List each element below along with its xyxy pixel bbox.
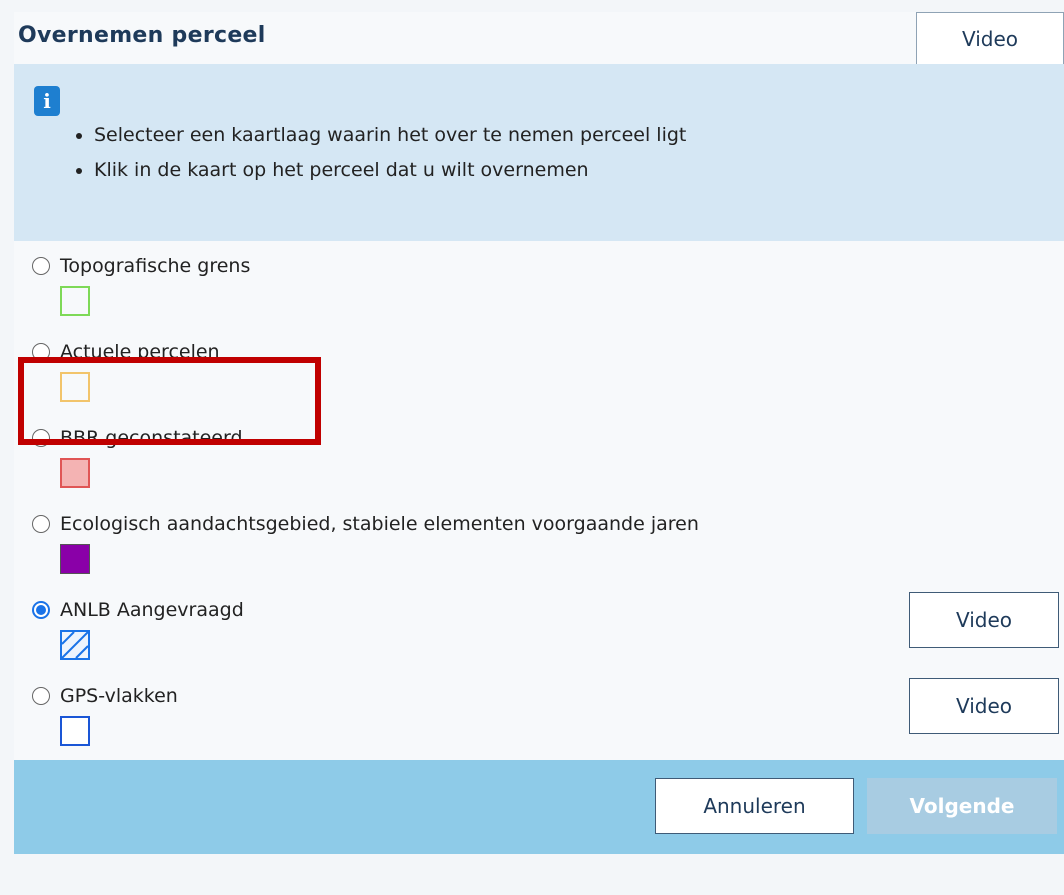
header-video-button[interactable]: Video: [916, 12, 1064, 64]
layer-option-anlb-aangevraagd[interactable]: ANLB Aangevraagd Video: [14, 585, 1064, 671]
layer-swatch-outline-orange: [60, 372, 90, 402]
layer-option-label: Actuele percelen: [60, 341, 220, 363]
layer-swatch-filled-pink: [60, 458, 90, 488]
instruction-item: Klik in de kaart op het perceel dat u wi…: [94, 153, 686, 188]
instruction-item: Selecteer een kaartlaag waarin het over …: [94, 118, 686, 153]
anlb-video-button[interactable]: Video: [909, 592, 1059, 648]
radio-button[interactable]: [32, 687, 50, 705]
layer-swatch-outline-green: [60, 286, 90, 316]
layer-option-label: GPS-vlakken: [60, 685, 178, 707]
info-box: i Selecteer een kaartlaag waarin het ove…: [14, 64, 1064, 241]
panel-footer: Annuleren Volgende: [14, 760, 1064, 854]
layer-option-actuele-percelen[interactable]: Actuele percelen: [14, 327, 1064, 413]
layer-option-bbr-geconstateerd[interactable]: BBR geconstateerd: [14, 413, 1064, 499]
instruction-list: Selecteer een kaartlaag waarin het over …: [72, 118, 686, 188]
layer-option-label: BBR geconstateerd: [60, 427, 243, 449]
layer-option-label: Ecologisch aandachtsgebied, stabiele ele…: [60, 513, 699, 535]
radio-button[interactable]: [32, 343, 50, 361]
radio-button[interactable]: [32, 429, 50, 447]
hatch-pattern-icon: [60, 630, 90, 660]
panel-header: Overnemen perceel Video: [14, 12, 1064, 64]
gps-video-button[interactable]: Video: [909, 678, 1059, 734]
cancel-button[interactable]: Annuleren: [655, 778, 854, 834]
radio-button-selected[interactable]: [32, 601, 50, 619]
layer-option-ecologisch-aandachtsgebied[interactable]: Ecologisch aandachtsgebied, stabiele ele…: [14, 499, 1064, 585]
layer-swatch-outline-blue: [60, 716, 90, 746]
overnemen-perceel-panel: Overnemen perceel Video i Selecteer een …: [14, 12, 1064, 854]
next-button[interactable]: Volgende: [867, 778, 1057, 834]
layer-option-topografische-grens[interactable]: Topografische grens: [14, 241, 1064, 327]
layer-swatch-hatched-blue: [60, 630, 90, 660]
layer-option-gps-vlakken[interactable]: GPS-vlakken Video: [14, 671, 1064, 757]
radio-button[interactable]: [32, 257, 50, 275]
layer-option-label: Topografische grens: [60, 255, 251, 277]
layer-option-label: ANLB Aangevraagd: [60, 599, 244, 621]
radio-button[interactable]: [32, 515, 50, 533]
layer-swatch-filled-purple: [60, 544, 90, 574]
page-title: Overnemen perceel: [18, 23, 266, 48]
info-icon: i: [34, 86, 60, 116]
